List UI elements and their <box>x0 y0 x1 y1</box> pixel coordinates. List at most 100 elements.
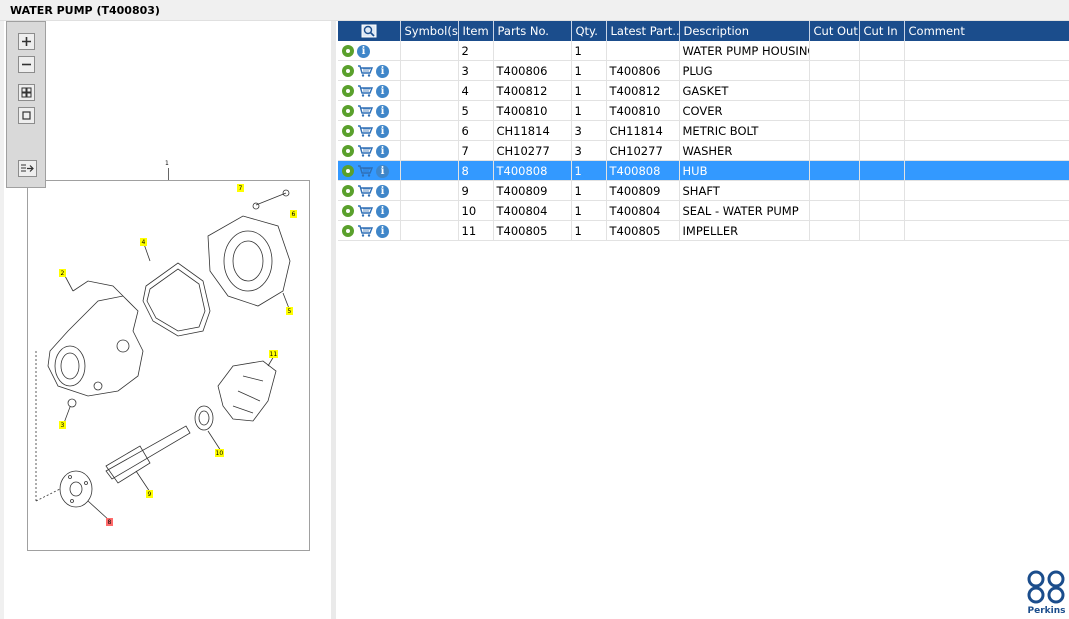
cell-item: 2 <box>458 41 494 61</box>
zoom-out-button[interactable] <box>18 56 35 73</box>
cell-qty: 1 <box>571 60 607 81</box>
cell-qty: 1 <box>571 160 607 181</box>
table-row[interactable]: i 3 T400806 1 T400806 PLUG <box>338 60 1069 81</box>
plus-icon <box>22 37 31 46</box>
callout-5: 5 <box>288 308 292 315</box>
cell-symbols <box>400 140 459 161</box>
fit-all-button[interactable] <box>18 84 35 101</box>
cell-symbols <box>400 160 459 181</box>
info-icon[interactable]: i <box>357 44 370 58</box>
cell-part-no: CH11814 <box>493 120 572 141</box>
callout-9: 9 <box>148 491 152 498</box>
cell-symbols <box>400 60 459 81</box>
info-icon[interactable]: i <box>376 204 389 218</box>
info-icon[interactable]: i <box>376 84 389 98</box>
cell-cut-out <box>809 41 860 61</box>
diagram-callouts: 7 6 4 2 5 11 3 10 9 8 <box>59 184 297 526</box>
gear-icon[interactable] <box>342 85 354 97</box>
cell-part-no: T400808 <box>493 160 572 181</box>
cart-icon[interactable] <box>357 165 373 177</box>
gear-icon[interactable] <box>342 225 354 237</box>
gear-icon[interactable] <box>342 105 354 117</box>
table-row[interactable]: i 5 T400810 1 T400810 COVER <box>338 100 1069 121</box>
row-actions: i <box>338 140 401 161</box>
callout-7: 7 <box>239 185 243 192</box>
cell-cut-out <box>809 160 860 181</box>
cell-latest-part: CH11814 <box>606 120 680 141</box>
info-icon[interactable]: i <box>376 104 389 118</box>
callout-10: 10 <box>216 450 224 457</box>
cart-icon[interactable] <box>357 65 373 77</box>
cart-icon[interactable] <box>357 185 373 197</box>
table-row[interactable]: i 6 CH11814 3 CH11814 METRIC BOLT <box>338 120 1069 141</box>
cell-description: WATER PUMP HOUSING <box>679 41 810 61</box>
column-header-comment[interactable]: Comment <box>904 21 1069 41</box>
cell-cut-out <box>809 220 860 241</box>
cell-comment <box>904 41 1069 61</box>
cell-description: PLUG <box>679 60 810 81</box>
column-header-part-no[interactable]: Parts No. <box>493 21 572 41</box>
gear-icon[interactable] <box>342 165 354 177</box>
gear-icon[interactable] <box>342 185 354 197</box>
info-icon[interactable]: i <box>376 64 389 78</box>
row-actions: i <box>338 100 401 121</box>
cell-qty: 3 <box>571 120 607 141</box>
cell-part-no <box>493 41 572 61</box>
cell-qty: 1 <box>571 41 607 61</box>
column-header-latest-part[interactable]: Latest Part... <box>606 21 680 41</box>
cart-icon[interactable] <box>357 125 373 137</box>
cell-item: 7 <box>458 140 494 161</box>
cell-part-no: T400805 <box>493 220 572 241</box>
gear-icon[interactable] <box>342 145 354 157</box>
info-icon[interactable]: i <box>376 124 389 138</box>
cart-icon[interactable] <box>357 145 373 157</box>
callout-6: 6 <box>292 211 296 218</box>
table-row[interactable]: i 11 T400805 1 T400805 IMPELLER <box>338 220 1069 241</box>
cart-icon[interactable] <box>357 105 373 117</box>
column-header-description[interactable]: Description <box>679 21 810 41</box>
info-icon[interactable]: i <box>376 184 389 198</box>
column-header-symbols[interactable]: Symbol(s) <box>400 21 459 41</box>
zoom-in-button[interactable] <box>18 33 35 50</box>
column-header-cut-in[interactable]: Cut In <box>859 21 905 41</box>
cell-part-no: T400806 <box>493 60 572 81</box>
cell-part-no: T400809 <box>493 180 572 201</box>
cell-qty: 1 <box>571 200 607 221</box>
cell-comment <box>904 200 1069 221</box>
cell-symbols <box>400 120 459 141</box>
table-row[interactable]: i 2 1 WATER PUMP HOUSING <box>338 41 1069 61</box>
table-row[interactable]: i 7 CH10277 3 CH10277 WASHER <box>338 140 1069 161</box>
gear-icon[interactable] <box>342 205 354 217</box>
cell-cut-in <box>859 160 905 181</box>
table-row[interactable]: i 10 T400804 1 T400804 SEAL - WATER PUMP <box>338 200 1069 221</box>
cell-description: SEAL - WATER PUMP <box>679 200 810 221</box>
cell-qty: 1 <box>571 180 607 201</box>
cell-cut-out <box>809 180 860 201</box>
row-actions: i <box>338 200 401 221</box>
info-icon[interactable]: i <box>376 144 389 158</box>
gear-icon[interactable] <box>342 65 354 77</box>
exploded-diagram[interactable]: 7 6 4 2 5 11 3 10 9 8 <box>27 161 310 551</box>
cell-cut-out <box>809 200 860 221</box>
actual-size-button[interactable] <box>18 107 35 124</box>
cell-latest-part: T400805 <box>606 220 680 241</box>
cart-icon[interactable] <box>357 85 373 97</box>
info-icon[interactable]: i <box>376 164 389 178</box>
gear-icon[interactable] <box>342 125 354 137</box>
table-row[interactable]: i 4 T400812 1 T400812 GASKET <box>338 80 1069 101</box>
cell-item: 4 <box>458 80 494 101</box>
info-icon[interactable]: i <box>376 224 389 238</box>
column-header-cut-out[interactable]: Cut Out <box>809 21 860 41</box>
column-header-item[interactable]: Item <box>458 21 494 41</box>
cell-description: COVER <box>679 100 810 121</box>
cart-icon[interactable] <box>357 225 373 237</box>
cart-icon[interactable] <box>357 205 373 217</box>
export-button[interactable] <box>18 160 37 177</box>
table-row[interactable]: i 9 T400809 1 T400809 SHAFT <box>338 180 1069 201</box>
table-row[interactable]: i 8 T400808 1 T400808 HUB <box>338 160 1069 181</box>
column-header-qty[interactable]: Qty. <box>571 21 607 41</box>
cell-cut-in <box>859 180 905 201</box>
gear-icon[interactable] <box>342 45 354 57</box>
column-header-actions[interactable] <box>338 21 401 41</box>
cell-cut-in <box>859 80 905 101</box>
